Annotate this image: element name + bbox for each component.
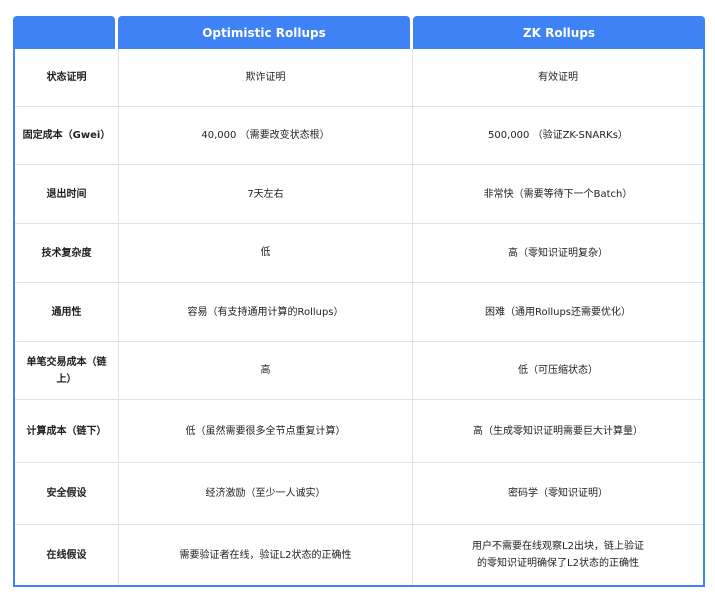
zk-cell: 高（零知识证明复杂） (508, 247, 608, 259)
zk-cell: 密码学（零知识证明） (508, 488, 608, 499)
optimistic-cell: 容易（有支持通用计算的Rollups） (119, 283, 413, 341)
zk-cell: 高（生成零知识证明需要巨大计算量） (473, 425, 643, 437)
row-label: 单笔交易成本（链上） (15, 342, 119, 399)
row-label: 状态证明 (15, 49, 119, 106)
optimistic-cell: 40,000 （需要改变状态根） (119, 107, 413, 164)
header-zk-rollups: ZK Rollups (413, 16, 705, 49)
zk-cell: 低（可压缩状态） (518, 365, 598, 376)
table-row: 固定成本（Gwei） 40,000 （需要改变状态根） 500,000 （验证Z… (15, 106, 703, 164)
zk-cell: 500,000 （验证ZK-SNARKs） (488, 130, 628, 141)
optimistic-cell: 欺诈证明 (119, 49, 413, 106)
optimistic-cell: 经济激励（至少一人诚实） (119, 463, 413, 524)
table-row: 退出时间 7天左右 非常快（需要等待下一个Batch） (15, 164, 703, 223)
header-empty-cell (13, 16, 115, 49)
row-label: 在线假设 (15, 525, 119, 585)
zk-cell: 困难（通用Rollups还需要优化） (484, 306, 632, 318)
table-header: Optimistic Rollups ZK Rollups (13, 16, 705, 49)
comparison-table-wrapper: Optimistic Rollups ZK Rollups 状态证明 欺诈证明 … (13, 16, 705, 589)
zk-cell: 有效证明 (538, 72, 578, 83)
table-row: 在线假设 需要验证者在线，验证L2状态的正确性 用户不需要在线观察L2出块，链上… (15, 524, 703, 585)
row-label: 计算成本（链下） (15, 400, 119, 462)
optimistic-cell: 需要验证者在线，验证L2状态的正确性 (119, 525, 413, 585)
zk-cell: 用户不需要在线观察L2出块，链上验证 的零知识证明确保了L2状态的正确性 (472, 541, 644, 569)
optimistic-cell: 低（虽然需要很多全节点重复计算） (119, 400, 413, 462)
table-row: 技术复杂度 低 高（零知识证明复杂） (15, 223, 703, 282)
table-row: 通用性 容易（有支持通用计算的Rollups） 困难（通用Rollups还需要优… (15, 282, 703, 341)
zk-cell: 非常快（需要等待下一个Batch） (483, 188, 633, 200)
row-label: 安全假设 (15, 463, 119, 524)
optimistic-cell: 高 (119, 342, 413, 399)
optimistic-cell: 低 (119, 224, 413, 282)
row-label: 通用性 (15, 283, 119, 341)
table-row: 安全假设 经济激励（至少一人诚实） 密码学（零知识证明） (15, 462, 703, 524)
table-row: 单笔交易成本（链上） 高 低（可压缩状态） (15, 341, 703, 399)
table-body: 状态证明 欺诈证明 有效证明 固定成本（Gwei） 40,000 （需要改变状态… (13, 49, 705, 587)
optimistic-cell: 7天左右 (119, 165, 413, 223)
row-label: 退出时间 (15, 165, 119, 223)
table-row: 状态证明 欺诈证明 有效证明 (15, 49, 703, 106)
row-label: 技术复杂度 (15, 224, 119, 282)
row-label: 固定成本（Gwei） (15, 107, 119, 164)
table-row: 计算成本（链下） 低（虽然需要很多全节点重复计算） 高（生成零知识证明需要巨大计… (15, 399, 703, 462)
header-optimistic-rollups: Optimistic Rollups (118, 16, 410, 49)
